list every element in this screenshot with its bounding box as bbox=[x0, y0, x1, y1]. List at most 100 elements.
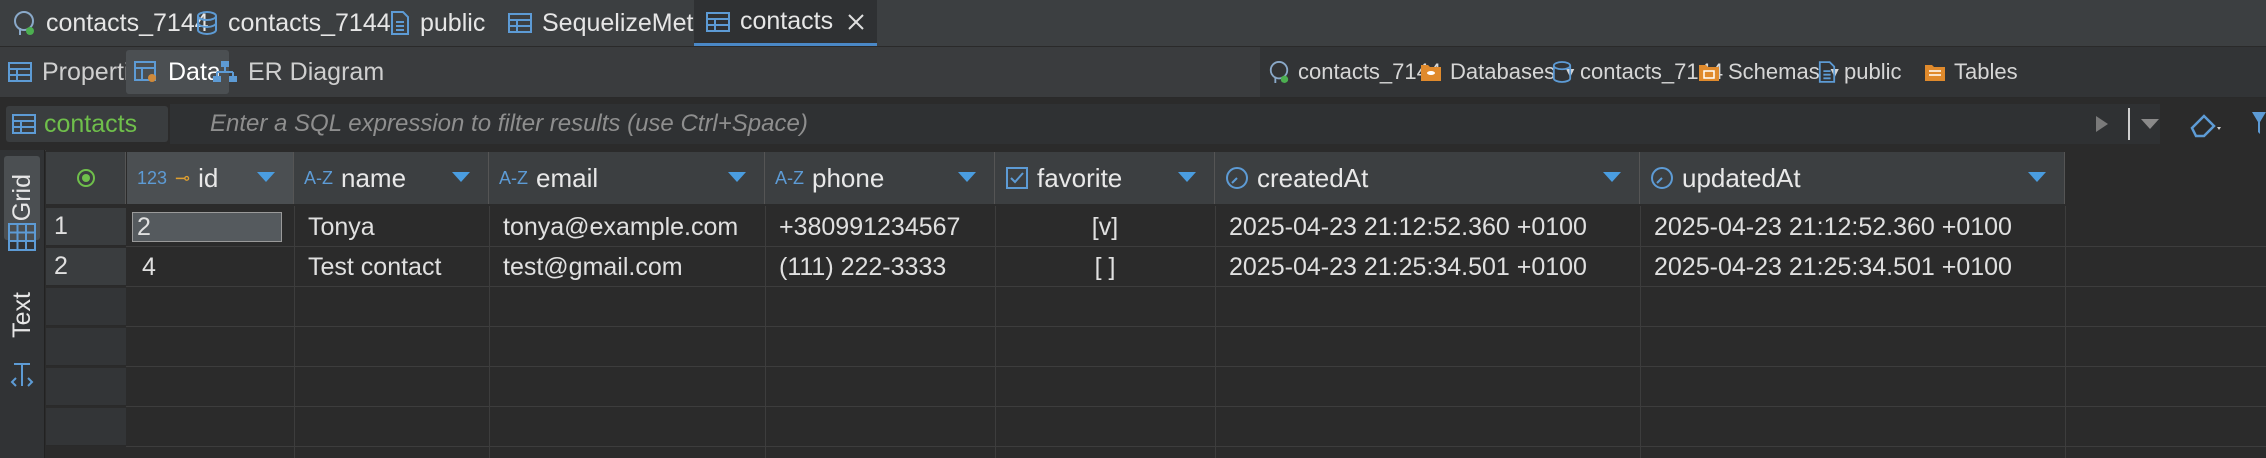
row-divider bbox=[126, 446, 2266, 447]
table-cell-email[interactable]: tonya@example.com bbox=[491, 207, 763, 247]
column-name: id bbox=[198, 162, 219, 193]
tab-text[interactable]: Text bbox=[4, 272, 40, 358]
filter-separator bbox=[2128, 108, 2130, 140]
breadcrumb-label: Schemas bbox=[1728, 59, 1820, 84]
clock-icon bbox=[1651, 167, 1673, 189]
text-type-icon: A-Z bbox=[304, 167, 333, 188]
table-cell-createdat[interactable]: 2025-04-23 21:25:34.501 +0100 bbox=[1217, 247, 1637, 287]
column-divider bbox=[489, 206, 490, 458]
column-name: updatedAt bbox=[1682, 162, 1801, 193]
table-cell-name[interactable]: Tonya bbox=[296, 207, 486, 247]
sort-dropdown-icon[interactable] bbox=[257, 172, 275, 182]
table-cell-id[interactable]: 4 bbox=[130, 247, 292, 287]
table-icon bbox=[706, 11, 730, 32]
tab-label: Grid bbox=[7, 174, 36, 222]
table-cell-id[interactable]: 2 bbox=[130, 207, 292, 247]
column-name: name bbox=[341, 162, 407, 193]
breadcrumb-schema[interactable]: public bbox=[1818, 53, 1901, 91]
column-header-id[interactable]: 123 ⊸ id bbox=[127, 152, 294, 204]
checkbox-type-icon bbox=[1006, 167, 1028, 189]
table-cell-favorite[interactable]: [ ] bbox=[997, 247, 1213, 287]
filter-table-label: contacts bbox=[6, 106, 168, 142]
sort-dropdown-icon[interactable] bbox=[1603, 172, 1621, 182]
schema-icon bbox=[1818, 61, 1836, 83]
record-indicator-icon bbox=[76, 169, 95, 187]
breadcrumb-tables[interactable]: Tables bbox=[1924, 53, 2018, 91]
apply-filter-icon[interactable] bbox=[2094, 114, 2110, 134]
sort-dropdown-icon[interactable] bbox=[1178, 172, 1196, 182]
row-divider bbox=[126, 326, 2266, 327]
breadcrumb-connection[interactable]: contacts_7144 bbox=[1268, 53, 1441, 91]
row-divider bbox=[126, 366, 2266, 367]
column-header-createdat[interactable]: createdAt bbox=[1215, 152, 1640, 204]
databases-folder-icon bbox=[1421, 65, 1441, 81]
column-divider bbox=[1640, 206, 1641, 458]
grid-icon bbox=[8, 223, 36, 251]
view-mode-tabs: Grid Text bbox=[0, 150, 45, 458]
column-divider bbox=[294, 206, 295, 458]
table-cell-name[interactable]: Test contact bbox=[296, 247, 486, 287]
results-grid: 123 ⊸ id A-Z name A-Z email A-Z phone fa… bbox=[46, 150, 2266, 458]
sort-dropdown-icon[interactable] bbox=[728, 172, 746, 182]
table-cell-email[interactable]: test@gmail.com bbox=[491, 247, 763, 287]
sort-dropdown-icon[interactable] bbox=[452, 172, 470, 182]
tab-label: public bbox=[420, 8, 486, 37]
data-grid-icon bbox=[134, 61, 156, 82]
numeric-type-icon: 123 bbox=[137, 167, 168, 188]
selected-cell[interactable]: 2 bbox=[132, 212, 282, 242]
table-cell-updatedat[interactable]: 2025-04-23 21:12:52.360 +0100 bbox=[1642, 207, 2062, 247]
column-divider bbox=[1215, 206, 1216, 458]
er-diagram-icon bbox=[213, 61, 237, 82]
column-header-email[interactable]: A-Z email bbox=[489, 152, 765, 204]
column-header-phone[interactable]: A-Z phone bbox=[765, 152, 995, 204]
sort-dropdown-icon[interactable] bbox=[2028, 172, 2046, 182]
header-filler bbox=[2065, 152, 2266, 204]
text-type-icon: A-Z bbox=[499, 167, 528, 188]
tab-label: SequelizeMeta bbox=[542, 8, 708, 37]
editor-tab-bar: contacts_7144 contacts_7144 public Seque… bbox=[0, 0, 2266, 47]
table-cell-phone[interactable]: (111) 222-3333 bbox=[767, 247, 993, 287]
breadcrumb: contacts_7144 Databases ▼ contacts_7144 … bbox=[1260, 47, 2266, 97]
database-icon bbox=[1552, 61, 1572, 83]
properties-icon bbox=[8, 62, 32, 82]
table-icon bbox=[12, 114, 36, 134]
column-header-favorite[interactable]: favorite bbox=[995, 152, 1215, 204]
column-name: email bbox=[536, 162, 599, 193]
tab-schema[interactable]: public bbox=[378, 0, 497, 46]
grid-corner[interactable] bbox=[46, 152, 126, 204]
tab-database[interactable]: contacts_7144 bbox=[184, 0, 403, 46]
tab-contacts[interactable]: contacts bbox=[694, 0, 878, 46]
column-divider bbox=[2065, 206, 2066, 458]
breadcrumb-label: Tables bbox=[1954, 59, 2018, 84]
table-cell-favorite[interactable]: [v] bbox=[997, 207, 1213, 247]
filter-bar: contacts bbox=[0, 98, 2266, 151]
close-icon[interactable] bbox=[847, 13, 865, 31]
eraser-icon[interactable] bbox=[2188, 110, 2222, 140]
tab-label: contacts bbox=[740, 7, 834, 35]
table-cell-phone[interactable]: +380991234567 bbox=[767, 207, 993, 247]
column-divider bbox=[765, 206, 766, 458]
column-header-name[interactable]: A-Z name bbox=[294, 152, 489, 204]
tab-label: contacts_7144 bbox=[228, 8, 391, 37]
column-header-updatedat[interactable]: updatedAt bbox=[1640, 152, 2065, 204]
table-icon bbox=[508, 13, 532, 33]
schemas-folder-icon bbox=[1699, 65, 1719, 81]
filter-icon[interactable] bbox=[2252, 110, 2266, 136]
tab-er-diagram[interactable]: ER Diagram bbox=[204, 50, 392, 94]
database-icon bbox=[197, 11, 217, 35]
row-number[interactable]: 2 bbox=[46, 248, 126, 286]
row-number-empty bbox=[46, 368, 126, 406]
tab-label: ER Diagram bbox=[248, 57, 385, 86]
filter-input[interactable] bbox=[170, 104, 2160, 144]
table-cell-updatedat[interactable]: 2025-04-23 21:25:34.501 +0100 bbox=[1642, 247, 2062, 287]
sort-dropdown-icon[interactable] bbox=[958, 172, 976, 182]
row-number-empty bbox=[46, 408, 126, 446]
filter-history-dropdown-icon[interactable] bbox=[2140, 118, 2160, 130]
row-number[interactable]: 1 bbox=[46, 208, 126, 246]
table-cell-createdat[interactable]: 2025-04-23 21:12:52.360 +0100 bbox=[1217, 207, 1637, 247]
column-name: favorite bbox=[1037, 162, 1123, 193]
column-name: phone bbox=[812, 162, 885, 193]
editor-sub-toolbar: Properties Data ER Diagram contacts_7144… bbox=[0, 47, 2266, 98]
clock-icon bbox=[1226, 167, 1248, 189]
tab-sequelizemeta[interactable]: SequelizeMeta bbox=[496, 0, 719, 46]
